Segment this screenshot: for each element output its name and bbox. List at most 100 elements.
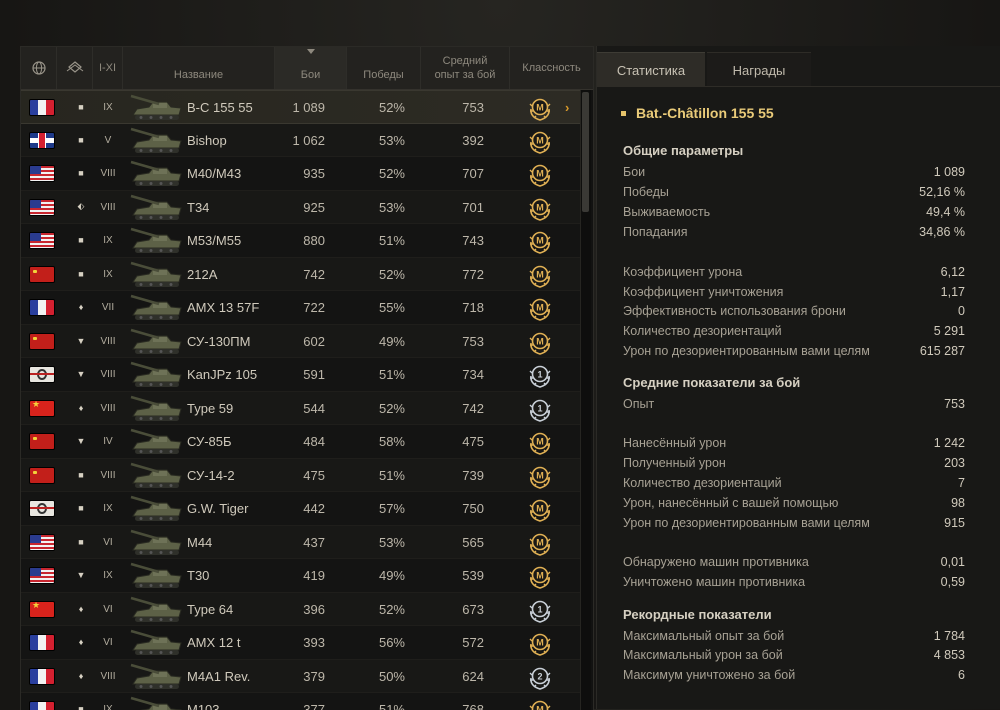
table-scrollbar[interactable] (580, 90, 591, 710)
vehicle-title: Bat.-Châtillon 155 55 (621, 105, 774, 121)
table-row[interactable]: ■IXG.W. Tiger44257%750M (21, 492, 581, 526)
badge-label: M (536, 437, 544, 447)
vehicle-name: СУ-85Б (187, 425, 232, 458)
stat-row: Уничтожено машин противника0,59 (623, 575, 965, 593)
section-heading-average: Средние показатели за бой (623, 375, 800, 390)
stat-value: 753 (944, 397, 965, 411)
vehicle-name: Type 59 (187, 392, 233, 425)
column-type[interactable] (57, 47, 93, 89)
table-row[interactable]: ■VIIIСУ-14-247551%739M (21, 459, 581, 493)
stat-row: Попадания34,86 % (623, 225, 965, 243)
vehicle-class-diamond-icon: ♦ (75, 603, 87, 615)
stat-value: 0,59 (941, 575, 965, 589)
stat-row: Коэффициент уничтожения1,17 (623, 285, 965, 303)
battles-value: 925 (271, 191, 325, 224)
tank-icon (129, 394, 185, 423)
table-row[interactable]: ■VIM4443753%565M (21, 526, 581, 560)
column-battles[interactable]: Бои (275, 47, 347, 89)
stat-row: Опыт753 (623, 397, 965, 415)
vehicle-class-square-icon: ■ (75, 268, 87, 280)
vehicle-class-square-icon: ■ (75, 502, 87, 514)
battles-value: 437 (271, 526, 325, 559)
vehicle-tier: V (93, 124, 123, 157)
column-mastery[interactable]: Классность (510, 47, 593, 89)
tab-statistics[interactable]: Статистика (597, 52, 705, 87)
wins-value: 52% (341, 91, 405, 124)
stat-row: Урон по дезориентированным вами целям915 (623, 516, 965, 534)
vehicle-tier: VIII (93, 392, 123, 425)
vehicle-name: СУ-14-2 (187, 459, 235, 492)
vehicle-name: M103 (187, 693, 220, 710)
mastery-badge-icon: M (527, 95, 553, 121)
tank-icon (129, 93, 185, 122)
stat-value: 6 (958, 668, 965, 682)
badge-label: M (536, 470, 544, 480)
badge-label: M (536, 571, 544, 581)
stat-label: Максимальный опыт за бой (623, 629, 784, 643)
stat-label: Урон по дезориентированным вами целям (623, 516, 870, 530)
vehicle-name: T30 (187, 559, 209, 592)
avg-xp-value: 624 (431, 660, 484, 693)
tank-icon (129, 662, 185, 691)
avg-xp-value: 572 (431, 626, 484, 659)
battles-value: 484 (271, 425, 325, 458)
battles-value: 379 (271, 660, 325, 693)
stat-row: Урон, нанесённый с вашей помощью98 (623, 496, 965, 514)
flag-fr-icon (30, 300, 54, 315)
table-row[interactable]: ■VIIIM40/M4393552%707M (21, 157, 581, 191)
table-row[interactable]: ♦VIIIType 5954452%7421 (21, 392, 581, 426)
badge-label: M (536, 303, 544, 313)
tank-icon (129, 126, 185, 155)
tank-icon (129, 293, 185, 322)
table-row[interactable]: ♦VIIIM4A1 Rev.37950%6242 (21, 660, 581, 694)
badge-label: M (536, 336, 544, 346)
avg-xp-value: 718 (431, 291, 484, 324)
stat-label: Урон, нанесённый с вашей помощью (623, 496, 838, 510)
vehicle-name: G.W. Tiger (187, 492, 248, 525)
table-row[interactable]: ♦VIAMX 12 t39356%572M (21, 626, 581, 660)
vehicle-tier: VI (93, 626, 123, 659)
mastery-badge-icon: M (527, 128, 553, 154)
mastery-badge-icon: M (527, 228, 553, 254)
flag-cn-icon (30, 401, 54, 416)
stat-label: Эффективность использования брони (623, 304, 846, 318)
column-tier[interactable]: I-XI (93, 47, 123, 89)
table-row[interactable]: ■VBishop1 06253%392M (21, 124, 581, 158)
wins-value: 53% (341, 124, 405, 157)
table-row[interactable]: ▼VIIIKanJPz 10559151%7341 (21, 358, 581, 392)
vehicle-class-square-icon: ■ (75, 469, 87, 481)
table-row[interactable]: ■IXM10337751%768M (21, 693, 581, 710)
stat-value: 1 784 (934, 629, 965, 643)
wins-value: 49% (341, 325, 405, 358)
stat-row: Обнаружено машин противника0,01 (623, 555, 965, 573)
table-row[interactable]: ⬖VIIIT3492553%701M (21, 191, 581, 225)
table-row[interactable]: ▼IVСУ-85Б48458%475M (21, 425, 581, 459)
table-row[interactable]: ▼IXT3041949%539M (21, 559, 581, 593)
column-wins[interactable]: Победы (347, 47, 421, 89)
stat-row: Выживаемость49,4 % (623, 205, 965, 223)
section-heading-records: Рекордные показатели (623, 607, 772, 622)
vehicle-class-square-icon: ■ (75, 101, 87, 113)
stat-value: 4 853 (934, 648, 965, 662)
table-row[interactable]: ♦VIType 6439652%6731 (21, 593, 581, 627)
column-nation[interactable] (21, 47, 57, 89)
table-row[interactable]: ■IX212A74252%772M (21, 258, 581, 292)
table-row[interactable]: ■IXM53/M5588051%743M (21, 224, 581, 258)
avg-xp-value: 539 (431, 559, 484, 592)
mastery-badge-icon: M (527, 195, 553, 221)
table-row[interactable]: ▼VIIIСУ-130ПМ60249%753M (21, 325, 581, 359)
mastery-badge-icon: M (527, 329, 553, 355)
stat-row: Максимальный урон за бой4 853 (623, 648, 965, 666)
stat-value: 1 242 (934, 436, 965, 450)
column-name[interactable]: Название (123, 47, 275, 89)
table-row[interactable]: ♦VIIAMX 13 57F72255%718M (21, 291, 581, 325)
table-row[interactable]: ■IXB-C 155 551 08952%753M› (21, 90, 581, 124)
vehicle-tier: IX (93, 559, 123, 592)
mastery-badge-icon: 1 (527, 597, 553, 623)
column-avg-xp[interactable]: Средний опыт за бой (421, 47, 510, 89)
stat-value: 0,01 (941, 555, 965, 569)
battles-value: 442 (271, 492, 325, 525)
flag-us-icon (30, 233, 54, 248)
scrollbar-thumb[interactable] (582, 92, 589, 212)
tab-awards[interactable]: Награды (707, 52, 811, 87)
